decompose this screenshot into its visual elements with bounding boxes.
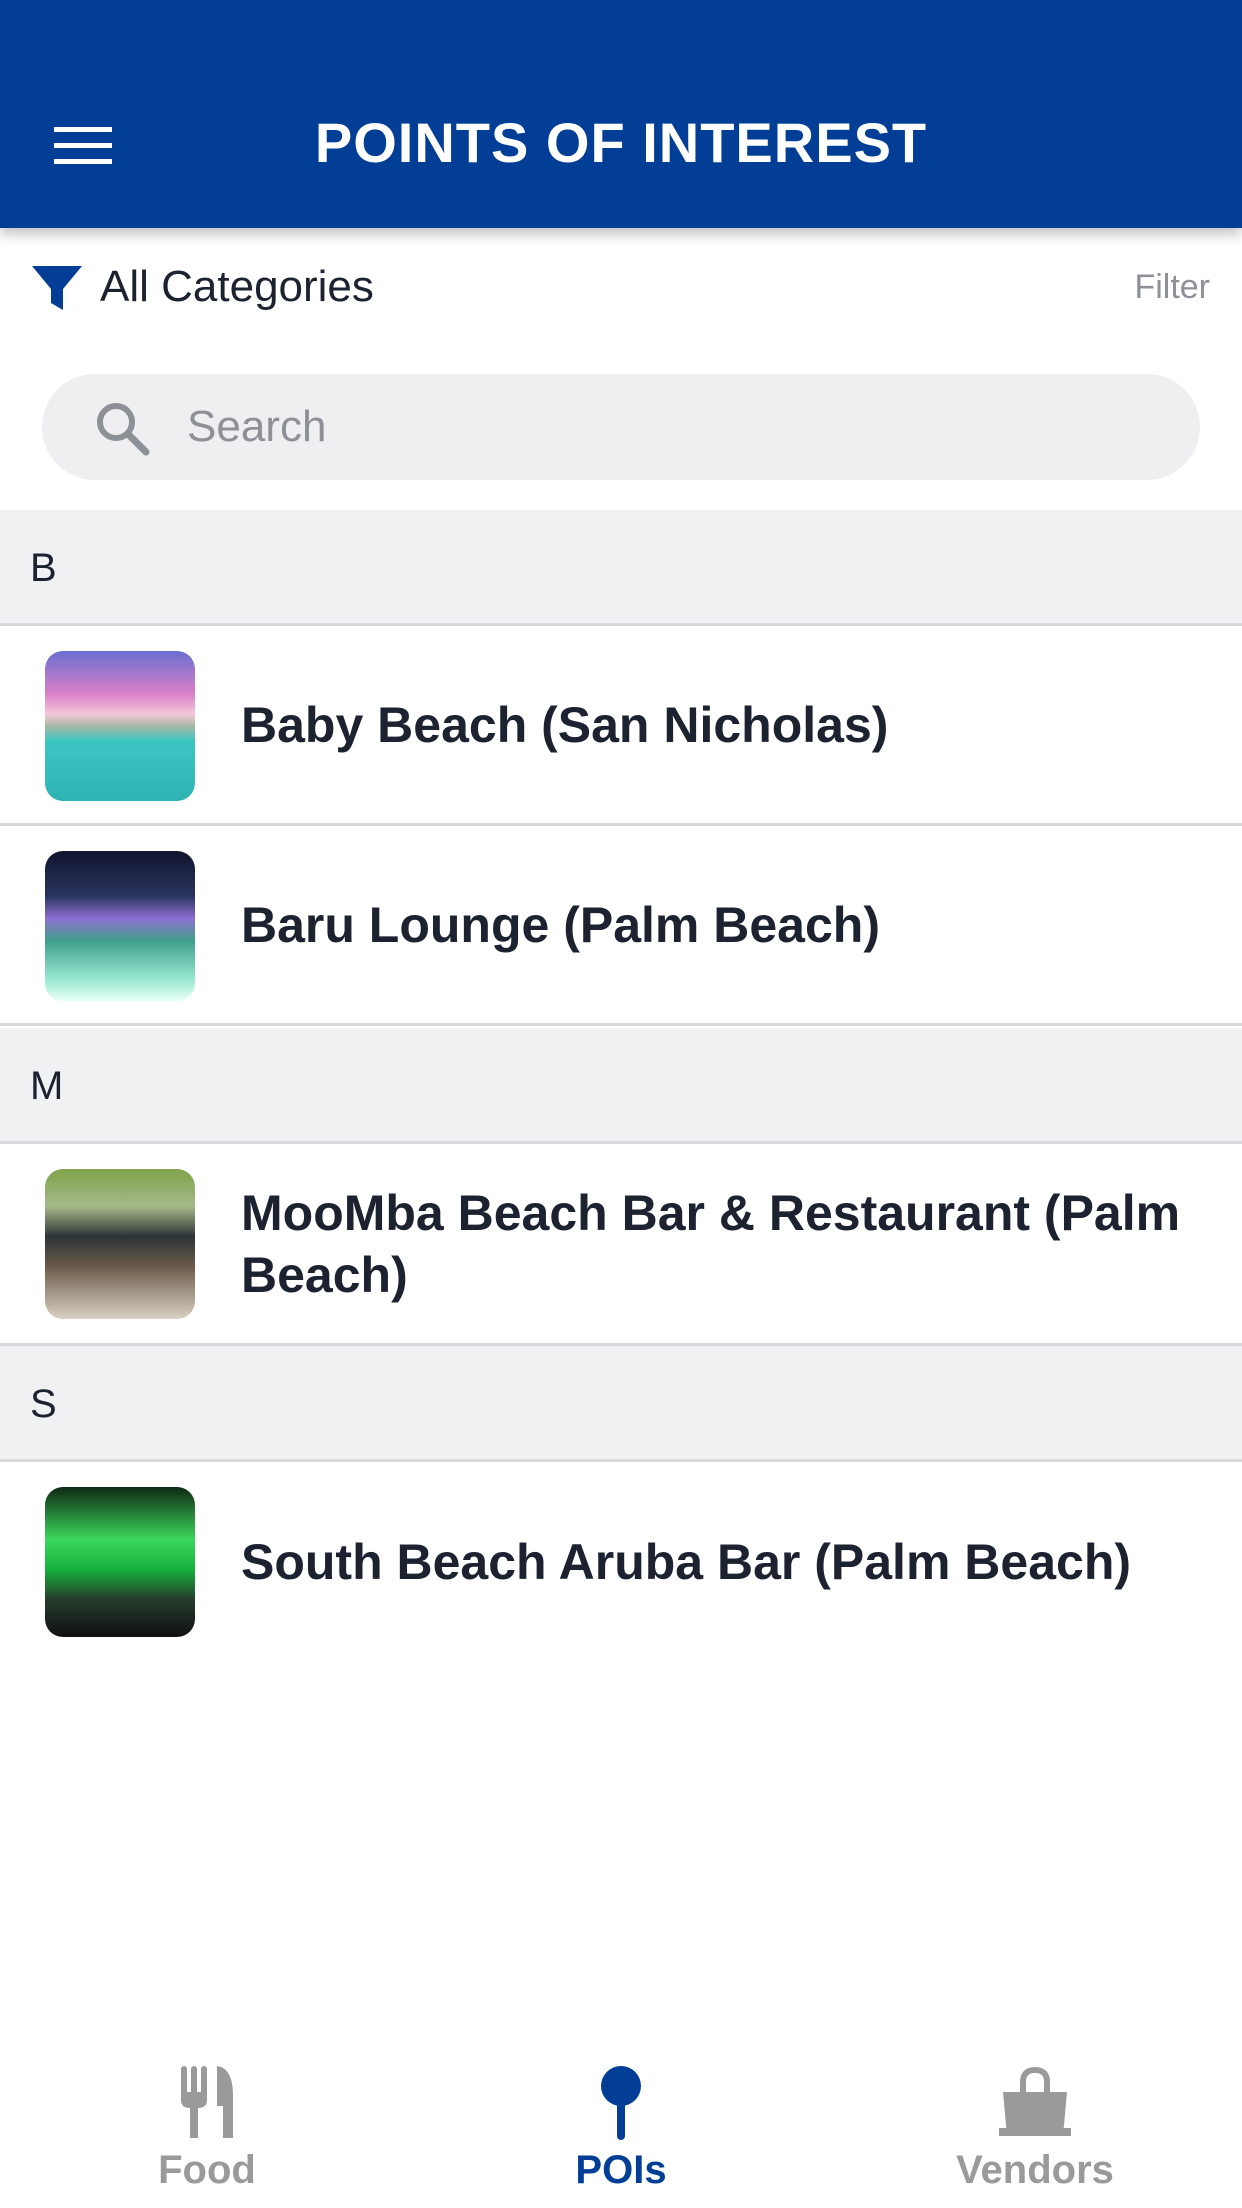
list-item-south-beach[interactable]: South Beach Aruba Bar (Palm Beach) <box>0 1462 1242 1662</box>
list-item-moomba[interactable]: MooMba Beach Bar & Restaurant (Palm Beac… <box>0 1144 1242 1346</box>
section-letter: S <box>30 1382 57 1426</box>
poi-thumbnail <box>45 1169 195 1319</box>
fork-knife-icon <box>181 2066 233 2138</box>
poi-title: Baby Beach (San Nicholas) <box>241 696 889 753</box>
page-title: POINTS OF INTEREST <box>314 111 928 174</box>
poi-thumbnail <box>45 851 195 1001</box>
bottom-tab-bar: Food POIs Vendors <box>0 2036 1242 2208</box>
funnel-filter-icon <box>32 266 82 310</box>
list-item-baby-beach[interactable]: Baby Beach (San Nicholas) <box>0 626 1242 826</box>
selected-category-label: All Categories <box>100 262 374 311</box>
category-filter-row[interactable]: All Categories Filter <box>0 228 1242 344</box>
section-header-m: M <box>0 1028 1242 1144</box>
poi-title: MooMba Beach Bar & Restaurant (Palm Beac… <box>241 1184 1181 1303</box>
tab-food[interactable]: Food <box>0 2036 414 2208</box>
tab-vendors[interactable]: Vendors <box>828 2036 1242 2208</box>
tab-label: Vendors <box>956 2148 1114 2192</box>
section-letter: M <box>30 1064 64 1108</box>
tab-label: POIs <box>575 2148 667 2192</box>
shopping-bag-icon <box>999 2066 1071 2136</box>
tab-label: Food <box>158 2148 256 2192</box>
poi-title: Baru Lounge (Palm Beach) <box>241 896 880 953</box>
section-header-b: B <box>0 510 1242 626</box>
section-header-s: S <box>0 1346 1242 1462</box>
map-pin-icon <box>601 2066 641 2140</box>
search-input[interactable] <box>187 388 1167 466</box>
section-letter: B <box>30 546 57 590</box>
search-icon <box>97 403 150 456</box>
poi-thumbnail <box>45 651 195 801</box>
poi-thumbnail <box>45 1487 195 1637</box>
search-box[interactable] <box>42 374 1200 480</box>
tab-pois[interactable]: POIs <box>414 2036 828 2208</box>
poi-title: South Beach Aruba Bar (Palm Beach) <box>241 1534 1132 1590</box>
filter-button[interactable]: Filter <box>1134 268 1210 307</box>
list-item-baru-lounge[interactable]: Baru Lounge (Palm Beach) <box>0 826 1242 1026</box>
app-header: POINTS OF INTEREST <box>0 0 1242 228</box>
